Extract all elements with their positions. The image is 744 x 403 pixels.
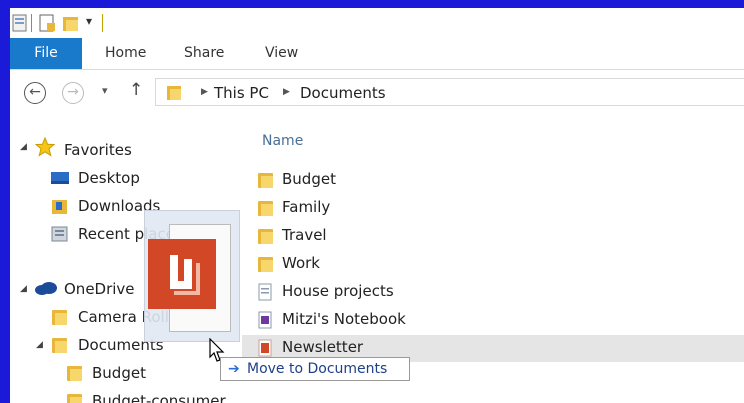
expand-documents-icon[interactable]: ◢ (36, 340, 43, 350)
customize-toolbar-icon[interactable]: ▾ (86, 14, 92, 28)
notebook-icon (258, 311, 272, 329)
file-row[interactable]: Budget (242, 167, 744, 194)
drag-tooltip: ➔ Move to Documents (220, 357, 410, 381)
chevron-right-icon: ▶ (283, 87, 290, 97)
file-name: House projects (282, 282, 394, 300)
recent-locations-icon[interactable]: ▾ (102, 84, 108, 97)
new-document-icon[interactable] (38, 13, 56, 33)
nav-budget[interactable]: Budget (92, 364, 146, 382)
column-header-name[interactable]: Name (262, 133, 303, 149)
file-row[interactable]: House projects (242, 279, 744, 306)
up-arrow-icon[interactable]: ↑ (129, 80, 143, 100)
downloads-icon (52, 200, 67, 214)
properties-icon[interactable] (12, 13, 28, 33)
folder-icon (258, 199, 273, 216)
tab-home[interactable]: Home (105, 45, 146, 61)
toolbar-divider (31, 14, 32, 32)
arrow-right-icon: ➔ (228, 361, 240, 377)
chevron-right-icon: ▶ (201, 87, 208, 97)
file-name: Travel (282, 226, 327, 244)
folder-icon (258, 171, 273, 188)
recent-places-icon (51, 226, 68, 242)
arrow-right-icon: → (67, 84, 79, 100)
tab-view[interactable]: View (265, 45, 298, 61)
star-icon (35, 137, 55, 157)
file-name: Family (282, 198, 331, 216)
tab-file[interactable]: File (10, 38, 82, 69)
this-pc-folder-icon (167, 86, 181, 100)
nav-desktop[interactable]: Desktop (78, 169, 140, 187)
nav-budget-consumer[interactable]: Budget-consumer (92, 392, 226, 403)
breadcrumb-this-pc[interactable]: This PC (214, 84, 269, 102)
quick-access-toolbar: ▾ (10, 8, 744, 38)
file-row[interactable]: Work (242, 251, 744, 278)
folder-icon (258, 227, 273, 244)
file-name: Mitzi's Notebook (282, 310, 406, 328)
file-name: Work (282, 254, 320, 272)
nav-onedrive[interactable]: OneDrive (64, 280, 135, 298)
toolbar-divider (102, 14, 103, 32)
address-bar-row: ← → ▾ ↑ ▶ This PC ▶ Documents (10, 74, 744, 112)
folder-icon (52, 336, 67, 353)
arrow-left-icon: ← (29, 84, 41, 100)
expand-favorites-icon[interactable]: ◢ (20, 142, 27, 152)
back-button[interactable]: ← (24, 82, 46, 104)
desktop-icon (51, 172, 69, 184)
file-name: Budget (282, 170, 336, 188)
file-row[interactable]: Travel (242, 223, 744, 250)
folder-icon (258, 255, 273, 272)
drag-preview (144, 210, 240, 342)
nav-favorites[interactable]: Favorites (64, 141, 132, 159)
file-row[interactable]: Mitzi's Notebook (242, 307, 744, 334)
tab-share[interactable]: Share (184, 45, 224, 61)
file-row[interactable]: Family (242, 195, 744, 222)
folder-icon (52, 308, 67, 325)
file-name: Newsletter (282, 338, 364, 356)
document-icon (258, 283, 272, 301)
folder-icon (67, 364, 82, 381)
ribbon-tabs: File Home Share View (10, 38, 744, 70)
forward-button[interactable]: → (62, 82, 84, 104)
drag-tooltip-text: Move to Documents (247, 361, 388, 377)
publisher-logo-icon (148, 239, 216, 309)
onedrive-cloud-icon (35, 282, 57, 295)
new-folder-icon[interactable] (62, 13, 80, 33)
expand-onedrive-icon[interactable]: ◢ (20, 284, 27, 294)
breadcrumb-documents[interactable]: Documents (300, 84, 386, 102)
file-explorer-window: ▾ File Home Share View ← → ▾ ↑ ▶ This PC… (10, 8, 744, 403)
publisher-icon (258, 339, 272, 357)
folder-icon (67, 392, 82, 403)
address-box[interactable]: ▶ This PC ▶ Documents (155, 78, 744, 106)
